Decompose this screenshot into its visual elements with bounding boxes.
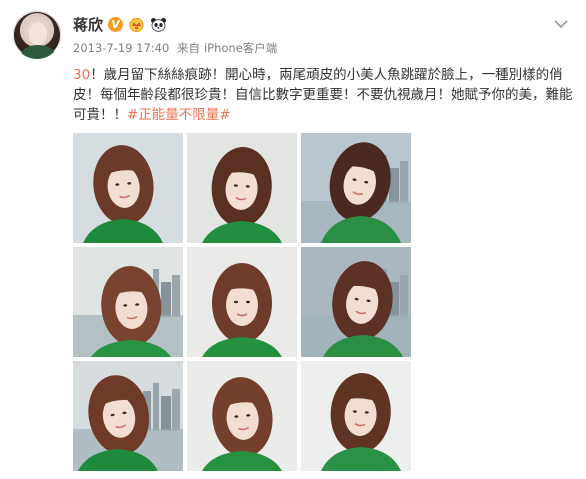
source-device-link[interactable]: iPhone客户端 [204,41,277,55]
post-text: 30！歲月留下絲絲痕跡！開心時，兩尾頑皮的小美人魚跳躍於臉上，一種別樣的俏皮！每… [73,65,573,125]
post-lead-number: 30 [73,67,91,83]
weibo-post-card: 蒋欣 V 2013-7-19 17:40 来自 iPhone客户端 30！歲月留… [0,0,586,479]
username-row: 蒋欣 V [73,13,167,35]
source-prefix: 来自 [176,41,200,55]
post-meta: 2013-7-19 17:40 来自 iPhone客户端 [73,40,281,56]
photo-thumbnail[interactable] [301,361,411,471]
photo-thumbnail[interactable] [73,133,183,243]
photo-thumbnail[interactable] [73,361,183,471]
verified-v-icon[interactable]: V [108,16,124,32]
panda-icon[interactable] [150,17,167,32]
avatar-shoulder [21,45,55,59]
photo-thumbnail[interactable] [301,247,411,357]
photo-thumbnail[interactable] [187,247,297,357]
photo-thumbnail[interactable] [187,133,297,243]
hashtag-link[interactable]: #正能量不限量# [127,107,231,123]
photo-thumbnail[interactable] [301,133,411,243]
avatar[interactable] [13,11,61,59]
photo-grid [73,133,413,472]
chevron-down-icon[interactable] [554,14,568,29]
photo-thumbnail[interactable] [73,247,183,357]
crown-icon[interactable] [128,17,145,32]
post-timestamp[interactable]: 2013-7-19 17:40 [73,41,169,55]
avatar-face [29,23,47,45]
username-link[interactable]: 蒋欣 [73,14,103,35]
photo-thumbnail[interactable] [187,361,297,471]
